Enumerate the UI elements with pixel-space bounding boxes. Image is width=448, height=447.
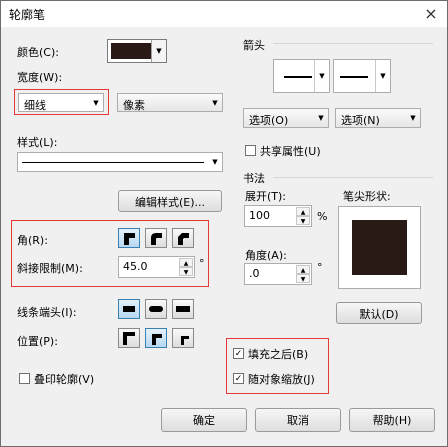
center-position-icon bbox=[152, 334, 162, 345]
corner-miter-button[interactable] bbox=[118, 228, 140, 248]
spin-up-icon[interactable]: ▲ bbox=[179, 258, 193, 267]
position-label: 位置(P): bbox=[17, 335, 58, 348]
miter-limit-label: 斜接限制(M): bbox=[17, 262, 83, 275]
arrow-options-right-label: 选项(N) bbox=[341, 114, 380, 127]
inside-position-icon bbox=[181, 336, 189, 345]
bevel-corner-icon bbox=[178, 233, 189, 245]
edit-style-button-label: 编辑样式(E)... bbox=[134, 196, 206, 209]
round-cap-icon bbox=[149, 306, 163, 312]
position-outside-button[interactable] bbox=[118, 328, 140, 348]
start-arrow-preview bbox=[284, 76, 312, 78]
spin-down-icon[interactable]: ▼ bbox=[296, 216, 310, 225]
share-attributes-checkbox[interactable] bbox=[245, 145, 256, 156]
corner-round-button[interactable] bbox=[145, 228, 167, 248]
arrows-header: 箭头 bbox=[243, 39, 265, 52]
chevron-down-icon: ▼ bbox=[212, 98, 218, 107]
line-caps-label: 线条端头(I): bbox=[17, 306, 77, 319]
arrow-options-right[interactable]: 选项(N) ▼ bbox=[335, 108, 421, 128]
angle-input[interactable]: .0 ▲ ▼ bbox=[244, 263, 312, 285]
outline-pen-dialog: 轮廓笔 × 颜色(C): ▼ 宽度(W): 细线 ▼ 像素 ▼ 样式(L): ▼… bbox=[0, 0, 448, 447]
scale-with-object-label: 随对象缩放(J) bbox=[248, 373, 315, 386]
arrows-separator bbox=[273, 43, 433, 44]
chevron-down-icon: ▼ bbox=[318, 114, 324, 122]
overprint-label: 叠印轮廓(V) bbox=[34, 373, 95, 386]
stretch-value: 100 bbox=[249, 209, 270, 222]
chevron-down-icon: ▼ bbox=[375, 60, 390, 92]
close-icon[interactable]: × bbox=[421, 4, 441, 24]
calligraphy-separator bbox=[273, 177, 433, 178]
spin-down-icon[interactable]: ▼ bbox=[179, 267, 193, 276]
stretch-input[interactable]: 100 ▲ ▼ bbox=[244, 205, 312, 227]
default-button-label: 默认(D) bbox=[359, 308, 399, 321]
spin-up-icon[interactable]: ▲ bbox=[296, 207, 310, 216]
share-attributes-label: 共享属性(U) bbox=[260, 145, 321, 158]
corner-bevel-button[interactable] bbox=[172, 228, 194, 248]
help-button-label: 帮助(H) bbox=[372, 414, 412, 427]
end-arrow-select[interactable]: ▼ bbox=[333, 59, 391, 93]
help-button[interactable]: 帮助(H) bbox=[349, 408, 435, 432]
start-arrow-select[interactable]: ▼ bbox=[273, 59, 330, 93]
end-arrow-preview bbox=[340, 76, 368, 78]
dialog-title: 轮廓笔 bbox=[9, 8, 46, 22]
chevron-down-icon: ▼ bbox=[314, 60, 329, 92]
stretch-unit: % bbox=[317, 210, 328, 223]
edit-style-button[interactable]: 编辑样式(E)... bbox=[118, 190, 222, 212]
default-button[interactable]: 默认(D) bbox=[336, 302, 422, 324]
round-corner-icon bbox=[151, 233, 162, 245]
arrow-options-left[interactable]: 选项(O) ▼ bbox=[243, 108, 329, 128]
title-bar bbox=[1, 1, 447, 27]
unit-select-value: 像素 bbox=[123, 99, 145, 112]
line-style-select[interactable]: ▼ bbox=[17, 152, 223, 172]
style-label: 样式(L): bbox=[17, 136, 58, 149]
chevron-down-icon: ▼ bbox=[212, 158, 218, 166]
corner-label: 角(R): bbox=[17, 234, 48, 247]
ok-button[interactable]: 确定 bbox=[161, 408, 247, 432]
position-inside-button[interactable] bbox=[172, 328, 194, 348]
nib-shape bbox=[352, 220, 407, 275]
width-select-value: 细线 bbox=[24, 99, 46, 112]
position-center-button[interactable] bbox=[145, 328, 167, 348]
width-select[interactable]: 细线 ▼ bbox=[18, 93, 104, 112]
outside-position-icon bbox=[123, 332, 135, 345]
solid-line-preview bbox=[22, 162, 204, 163]
scale-with-object-checkbox[interactable]: ✓ bbox=[233, 373, 244, 384]
square-cap-icon bbox=[176, 306, 190, 312]
cap-square-button[interactable] bbox=[172, 299, 194, 319]
ok-button-label: 确定 bbox=[193, 414, 215, 427]
angle-label: 角度(A): bbox=[245, 249, 287, 262]
cap-butt-button[interactable] bbox=[118, 299, 140, 319]
overprint-checkbox[interactable] bbox=[19, 373, 30, 384]
nib-shape-preview[interactable] bbox=[338, 206, 421, 289]
miter-limit-value: 45.0 bbox=[123, 260, 148, 273]
color-picker-button[interactable]: ▼ bbox=[107, 39, 167, 63]
unit-select[interactable]: 像素 ▼ bbox=[117, 93, 223, 112]
calligraphy-header: 书法 bbox=[243, 172, 265, 185]
spin-up-icon[interactable]: ▲ bbox=[296, 265, 310, 274]
chevron-down-icon: ▼ bbox=[93, 98, 99, 107]
spin-down-icon[interactable]: ▼ bbox=[296, 274, 310, 283]
behind-fill-label: 填充之后(B) bbox=[248, 348, 309, 361]
miter-corner-icon bbox=[124, 233, 135, 245]
arrow-options-left-label: 选项(O) bbox=[249, 114, 289, 127]
cancel-button-label: 取消 bbox=[287, 414, 309, 427]
miter-limit-input[interactable]: 45.0 ▲ ▼ bbox=[118, 256, 195, 278]
behind-fill-checkbox[interactable]: ✓ bbox=[233, 348, 244, 359]
color-swatch bbox=[111, 43, 151, 59]
cap-round-button[interactable] bbox=[145, 299, 167, 319]
nib-shape-label: 笔尖形状: bbox=[343, 190, 391, 203]
chevron-down-icon: ▼ bbox=[151, 40, 166, 62]
color-label: 颜色(C): bbox=[17, 46, 59, 59]
angle-value: .0 bbox=[249, 267, 260, 280]
chevron-down-icon: ▼ bbox=[410, 114, 416, 122]
miter-unit: ° bbox=[199, 257, 205, 270]
width-label: 宽度(W): bbox=[17, 71, 63, 84]
stretch-label: 展开(T): bbox=[245, 190, 287, 203]
cancel-button[interactable]: 取消 bbox=[255, 408, 341, 432]
angle-unit: ° bbox=[317, 261, 323, 274]
butt-cap-icon bbox=[123, 306, 135, 312]
